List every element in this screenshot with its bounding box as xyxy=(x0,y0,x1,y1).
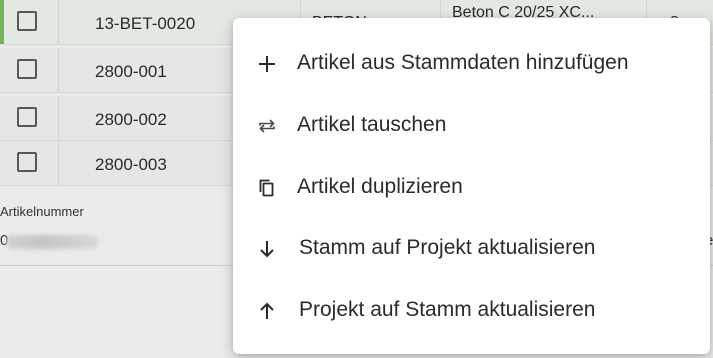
checkbox-cell xyxy=(0,96,59,140)
row-checkbox[interactable] xyxy=(17,152,37,172)
menu-item-add-from-master-data[interactable]: Artikel aus Stammdaten hinzufügen xyxy=(233,34,710,92)
row-checkbox[interactable] xyxy=(17,107,37,127)
arrow-up-icon xyxy=(260,302,274,319)
article-number: 2800-002 xyxy=(95,110,167,129)
arrow-down-icon xyxy=(260,241,274,258)
article-number: 2800-003 xyxy=(95,155,167,174)
menu-item-label: Projekt auf Stamm aktualisieren xyxy=(299,298,596,321)
swap-icon xyxy=(259,119,275,133)
menu-item-label: Artikel aus Stammdaten hinzufügen xyxy=(297,51,629,74)
checkbox-cell xyxy=(0,0,59,44)
menu-item-swap-article[interactable]: Artikel tauschen xyxy=(233,96,710,154)
menu-item-label: Stamm auf Projekt aktualisieren xyxy=(299,236,596,259)
checkbox-cell xyxy=(0,48,59,92)
menu-item-update-master-from-project[interactable]: Projekt auf Stamm aktualisieren xyxy=(233,281,710,339)
menu-item-label: Artikel duplizieren xyxy=(297,175,463,198)
context-menu: Artikel aus Stammdaten hinzufügen Artike… xyxy=(233,18,710,354)
checkbox-cell xyxy=(0,141,59,185)
copy-icon xyxy=(259,179,274,197)
redacted-value xyxy=(6,235,98,249)
article-number: 2800-001 xyxy=(95,62,167,81)
plus-icon xyxy=(259,56,275,72)
row-checkbox[interactable] xyxy=(17,59,37,79)
article-number-label: Artikelnummer xyxy=(0,204,84,219)
row-checkbox[interactable] xyxy=(17,11,37,31)
menu-item-duplicate-article[interactable]: Artikel duplizieren xyxy=(233,158,710,216)
article-number: 13-BET-0020 xyxy=(95,14,196,33)
menu-item-update-project-from-master[interactable]: Stamm auf Projekt aktualisieren xyxy=(233,219,710,277)
menu-item-label: Artikel tauschen xyxy=(297,113,447,136)
